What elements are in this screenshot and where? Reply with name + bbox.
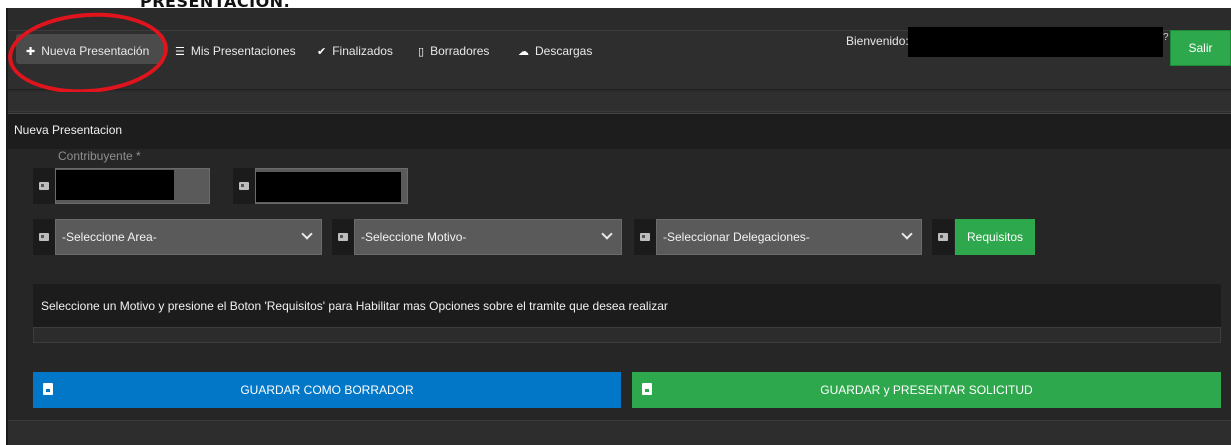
nav-label: Mis Presentaciones	[190, 44, 296, 58]
id-card-addon	[932, 219, 954, 255]
nav-descargas[interactable]: ☁ Descargas	[518, 40, 592, 62]
id-card-addon	[33, 168, 55, 204]
file-icon: ▯	[418, 45, 425, 58]
nav-label: Borradores	[430, 44, 490, 58]
contribuyente-label: Contribuyente *	[58, 149, 141, 163]
motivo-select-value: -Seleccione Motivo-	[361, 230, 467, 244]
chevron-down-icon	[601, 228, 613, 240]
area-select-value: -Seleccione Area-	[62, 230, 157, 244]
id-card-icon	[338, 233, 348, 241]
id-card-icon	[39, 233, 49, 241]
user-menu-caret: ?	[1163, 32, 1169, 43]
save-icon	[43, 383, 53, 395]
nav-label: Descargas	[535, 44, 593, 58]
area-select[interactable]: -Seleccione Area-	[55, 219, 322, 255]
nav-label: Finalizados	[332, 44, 393, 58]
chevron-down-icon	[901, 228, 913, 240]
id-card-addon	[634, 219, 656, 255]
id-card-addon	[33, 219, 55, 255]
id-card-addon	[233, 168, 255, 204]
nav-mis-presentaciones[interactable]: ☰ Mis Presentaciones	[175, 40, 296, 62]
id-card-addon	[332, 219, 354, 255]
footer-strip	[8, 420, 1231, 445]
chevron-down-icon	[301, 228, 313, 240]
redacted-username	[908, 27, 1163, 57]
delegaciones-select-value: -Seleccionar Delegaciones-	[663, 230, 810, 244]
save-draft-button[interactable]: GUARDAR COMO BORRADOR	[33, 372, 621, 408]
save-submit-label: GUARDAR y PRESENTAR SOLICITUD	[820, 383, 1033, 397]
logout-button[interactable]: Salir	[1170, 30, 1231, 66]
cloud-download-icon: ☁	[518, 45, 529, 58]
id-card-icon	[640, 233, 650, 241]
panel-title: Nueva Presentacion	[14, 123, 123, 137]
welcome-label: Bienvenido:	[846, 34, 909, 48]
check-circle-icon: ✔	[317, 45, 327, 58]
nav-finalizados[interactable]: ✔ Finalizados	[317, 40, 393, 62]
panel-header	[8, 113, 1231, 149]
save-icon	[642, 383, 652, 395]
nav-borradores[interactable]: ▯ Borradores	[418, 40, 489, 62]
id-card-icon	[39, 182, 49, 190]
info-message-text: Seleccione un Motivo y presione el Boton…	[41, 298, 668, 313]
save-draft-label: GUARDAR COMO BORRADOR	[240, 383, 414, 397]
redacted-value-1	[56, 170, 174, 200]
info-message: Seleccione un Motivo y presione el Boton…	[33, 284, 1221, 327]
sub-navbar-band	[8, 92, 1231, 112]
delegaciones-select[interactable]: -Seleccionar Delegaciones-	[656, 219, 922, 255]
list-icon: ☰	[175, 45, 185, 58]
redacted-value-2	[256, 172, 401, 202]
requisitos-button[interactable]: Requisitos	[955, 219, 1035, 255]
id-card-icon	[938, 233, 948, 241]
info-detail-area	[33, 327, 1221, 343]
id-card-icon	[239, 182, 249, 190]
motivo-select[interactable]: -Seleccione Motivo-	[354, 219, 622, 255]
save-submit-button[interactable]: GUARDAR y PRESENTAR SOLICITUD	[632, 372, 1221, 408]
